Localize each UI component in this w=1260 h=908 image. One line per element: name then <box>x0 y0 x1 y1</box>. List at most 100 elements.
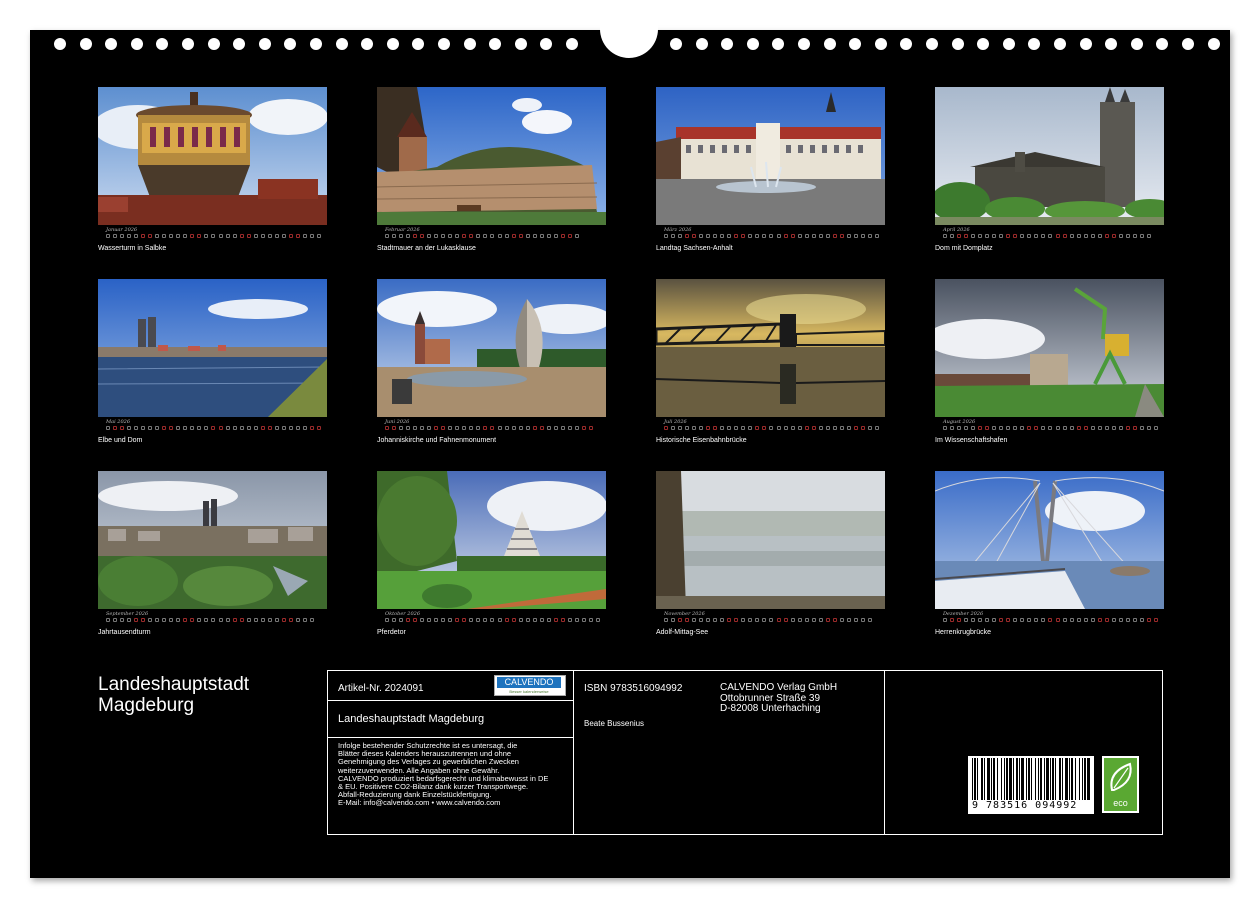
month-grid: Juni 2026 <box>377 417 606 437</box>
month-label: Dezember 2026 <box>943 611 984 617</box>
calendar-day <box>183 234 188 238</box>
calendar-day <box>1090 426 1095 430</box>
calendar-day <box>281 618 286 622</box>
calendar-day <box>239 618 244 622</box>
binding-hole <box>566 38 578 50</box>
calendar-day <box>818 234 823 238</box>
calendar-day <box>148 426 153 430</box>
calendar-day <box>169 618 174 622</box>
calendar-day <box>832 618 837 622</box>
calendar-day <box>309 234 314 238</box>
calendar-day <box>846 426 851 430</box>
calendar-day <box>1006 234 1011 238</box>
calendar-day <box>469 426 474 430</box>
photo-adolf-mittag-see <box>656 471 885 609</box>
month-grid: Februar 2026 <box>377 225 606 245</box>
calendar-day <box>490 234 495 238</box>
calendar-day <box>685 426 690 430</box>
calendar-day <box>441 234 446 238</box>
calendar-day <box>113 618 118 622</box>
calendar-day <box>525 426 530 430</box>
calendar-day <box>1118 426 1123 430</box>
calendar-day <box>141 234 146 238</box>
calendar-day <box>127 234 132 238</box>
calendar-day <box>302 618 307 622</box>
calendar-day <box>1097 234 1102 238</box>
month-grid: Januar 2026 <box>98 225 327 245</box>
calendar-day <box>720 618 725 622</box>
calendar-day <box>197 426 202 430</box>
calendar-day <box>385 426 389 430</box>
calendar-day <box>999 426 1004 430</box>
calendar-day <box>769 234 774 238</box>
photo-herrenkrugbruecke <box>935 471 1164 609</box>
binding-hole <box>156 38 169 50</box>
calendar-day <box>504 426 509 430</box>
calendar-day <box>1146 618 1151 622</box>
barcode-bar <box>1069 758 1070 800</box>
calendar-day <box>755 426 760 430</box>
calendar-day <box>1048 426 1053 430</box>
calendar-day <box>281 426 286 430</box>
calendar-day <box>692 618 697 622</box>
title-line-1: Landeshauptstadt <box>98 674 250 695</box>
calendar-day <box>943 234 947 238</box>
calendar-day <box>141 426 146 430</box>
calendar-day <box>699 234 704 238</box>
calendar-day <box>553 234 558 238</box>
calendar-day <box>1041 234 1046 238</box>
calendar-day <box>874 426 879 430</box>
binding-hole <box>489 38 502 50</box>
calendar-day <box>413 426 418 430</box>
month-tile-october: Oktober 2026 Pferdetor <box>377 471 606 636</box>
calendar-day <box>392 426 397 430</box>
calendar-day <box>699 618 704 622</box>
calendar-day <box>950 618 955 622</box>
calendar-day <box>1132 426 1137 430</box>
calendar-day <box>127 618 132 622</box>
month-label: September 2026 <box>106 611 149 617</box>
calendar-day <box>867 426 872 430</box>
calvendo-logo: CALVENDO Besser kalenderweise <box>494 675 566 696</box>
calendar-day <box>106 234 110 238</box>
month-grid: November 2026 <box>656 609 885 629</box>
calendar-title: Landeshauptstadt Magdeburg <box>98 674 249 716</box>
calendar-day <box>734 234 739 238</box>
photo-caption: Adolf-Mittag-See <box>656 629 709 636</box>
calendar-day <box>992 234 997 238</box>
calendar-day <box>483 234 488 238</box>
calendar-day <box>511 234 516 238</box>
barcode-bar <box>1055 758 1056 800</box>
barcode-bar <box>1065 758 1068 800</box>
calendar-day <box>1020 234 1025 238</box>
calendar-day <box>246 426 251 430</box>
month-label: Januar 2026 <box>106 227 138 233</box>
calendar-day <box>734 618 739 622</box>
calendar-day <box>971 618 976 622</box>
calendar-day <box>943 618 947 622</box>
calendar-day <box>1027 234 1032 238</box>
calendar-day <box>1125 426 1130 430</box>
calendar-day <box>246 234 251 238</box>
photo-wissenschaftshafen <box>935 279 1164 417</box>
photo-elbe <box>98 279 327 417</box>
calendar-day <box>1139 426 1144 430</box>
calendar-day <box>218 618 223 622</box>
calendar-back-page: Januar 2026 Wasserturm in Salbke Februar… <box>30 22 1230 878</box>
calendar-day <box>1118 234 1123 238</box>
month-label: Mai 2026 <box>106 419 131 425</box>
calendar-day <box>1104 234 1109 238</box>
binding-hole <box>361 38 374 50</box>
calendar-day <box>825 426 830 430</box>
month-label: März 2026 <box>664 227 692 233</box>
binding-hole <box>438 38 450 50</box>
calendar-day <box>497 426 502 430</box>
calendar-day <box>706 234 711 238</box>
calendar-day <box>483 426 488 430</box>
calendar-day <box>1062 618 1067 622</box>
calendar-day <box>476 426 481 430</box>
calendar-day <box>106 426 110 430</box>
calendar-day <box>853 426 858 430</box>
calendar-day <box>190 234 195 238</box>
month-tile-december: Dezember 2026 Herrenkrugbrücke <box>935 471 1164 636</box>
